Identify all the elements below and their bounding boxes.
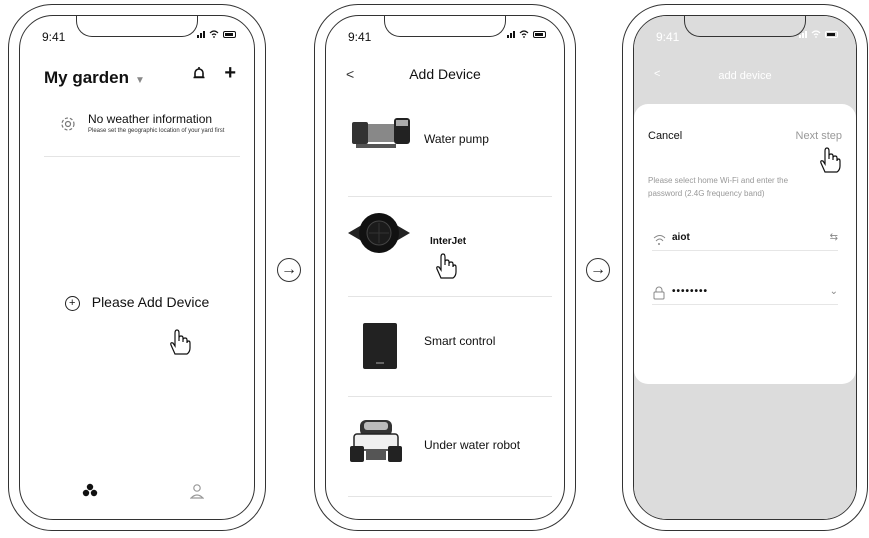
next-step-button[interactable]: Next step: [796, 130, 842, 142]
wifi-icon: [519, 30, 529, 38]
toggle-visibility-icon[interactable]: ⌄: [830, 286, 838, 297]
notch: [384, 16, 506, 37]
weather-title: No weather information: [88, 112, 213, 126]
cancel-button[interactable]: Cancel: [648, 130, 682, 142]
header-actions: +: [192, 63, 236, 83]
tab-bar: [20, 483, 254, 503]
password-field[interactable]: •••••••• ⌄: [652, 284, 838, 305]
arrow-glyph: →: [281, 261, 297, 278]
device-label: Under water robot: [424, 438, 521, 452]
page-title[interactable]: My garden ▼: [44, 68, 145, 88]
status-time: 9:41: [348, 30, 372, 44]
divider: [348, 396, 552, 397]
wifi-icon: [653, 235, 666, 245]
status-icons: [799, 30, 838, 38]
weather-subtitle: Please set the geographic location of yo…: [88, 128, 225, 134]
status-icons: [197, 30, 236, 38]
wifi-name: aiot: [672, 232, 690, 243]
lock-icon: [653, 286, 665, 300]
signal-icon: [197, 31, 205, 38]
add-device-button[interactable]: + Please Add Device: [20, 294, 254, 311]
next-device-image-partial: [364, 516, 404, 520]
phone-mockup-2: 9:41 < Add Device Water pump InterJet Sm…: [314, 4, 576, 531]
device-item-smart-control[interactable]: Smart control: [326, 298, 564, 398]
battery-icon: [223, 31, 236, 38]
divider: [44, 156, 240, 157]
add-icon[interactable]: +: [224, 63, 236, 83]
tap-hand-icon: [432, 252, 458, 280]
chevron-down-icon[interactable]: ▼: [135, 75, 145, 86]
water-pump-image: [352, 118, 410, 148]
phone-screen-my-garden: 9:41 My garden ▼ + No weather information…: [19, 15, 255, 520]
wifi-icon: [209, 30, 219, 38]
phone-mockup-3: 9:41 < add device Cancel Next step Pleas…: [622, 4, 868, 531]
phone-screen-add-device: 9:41 < Add Device Water pump InterJet Sm…: [325, 15, 565, 520]
garden-tab-icon[interactable]: [82, 483, 98, 497]
device-label: Smart control: [424, 334, 496, 348]
wifi-hint: Please select home Wi-Fi and enter the p…: [648, 176, 789, 198]
divider: [348, 196, 552, 197]
device-label: InterJet: [430, 236, 467, 247]
under-water-robot-image: [350, 420, 402, 462]
device-item-under-water-robot[interactable]: Under water robot: [326, 398, 564, 498]
phone-mockup-1: 9:41 My garden ▼ + No weather information…: [8, 4, 266, 531]
battery-icon: [533, 31, 546, 38]
add-circle-icon: +: [64, 295, 80, 311]
garden-name: My garden: [44, 68, 130, 87]
flow-arrow-icon: →: [586, 258, 610, 282]
signal-icon: [507, 31, 515, 38]
device-item-interjet[interactable]: InterJet: [326, 198, 564, 298]
tap-hand-icon: [816, 146, 842, 174]
interjet-image: [348, 213, 410, 253]
battery-icon: [825, 31, 838, 38]
phone-screen-wifi-setup: 9:41 < add device Cancel Next step Pleas…: [633, 15, 857, 520]
notch: [76, 16, 198, 37]
switch-network-icon[interactable]: ⇆: [830, 232, 838, 243]
password-value: ••••••••: [672, 286, 709, 297]
page-title: add device: [718, 70, 772, 82]
flow-arrow-icon: →: [277, 258, 301, 282]
arrow-glyph: →: [590, 261, 606, 278]
status-time: 9:41: [42, 30, 66, 44]
wifi-network-field[interactable]: aiot ⇆: [652, 230, 838, 251]
divider: [348, 496, 552, 497]
location-weather-icon: [61, 117, 75, 131]
device-item-water-pump[interactable]: Water pump: [326, 98, 564, 198]
profile-tab-icon[interactable]: [190, 483, 204, 499]
device-label: Water pump: [424, 132, 489, 146]
notch: [684, 16, 806, 37]
tap-hand-icon: [166, 328, 192, 356]
wifi-icon: [811, 30, 821, 38]
page-title: Add Device: [409, 66, 481, 82]
status-icons: [507, 30, 546, 38]
status-time: 9:41: [656, 30, 680, 44]
wifi-sheet: Cancel Next step Please select home Wi-F…: [634, 104, 856, 384]
add-device-label: Please Add Device: [91, 294, 210, 310]
alarm-icon[interactable]: [192, 66, 206, 82]
divider: [348, 296, 552, 297]
smart-control-image: [363, 323, 397, 369]
